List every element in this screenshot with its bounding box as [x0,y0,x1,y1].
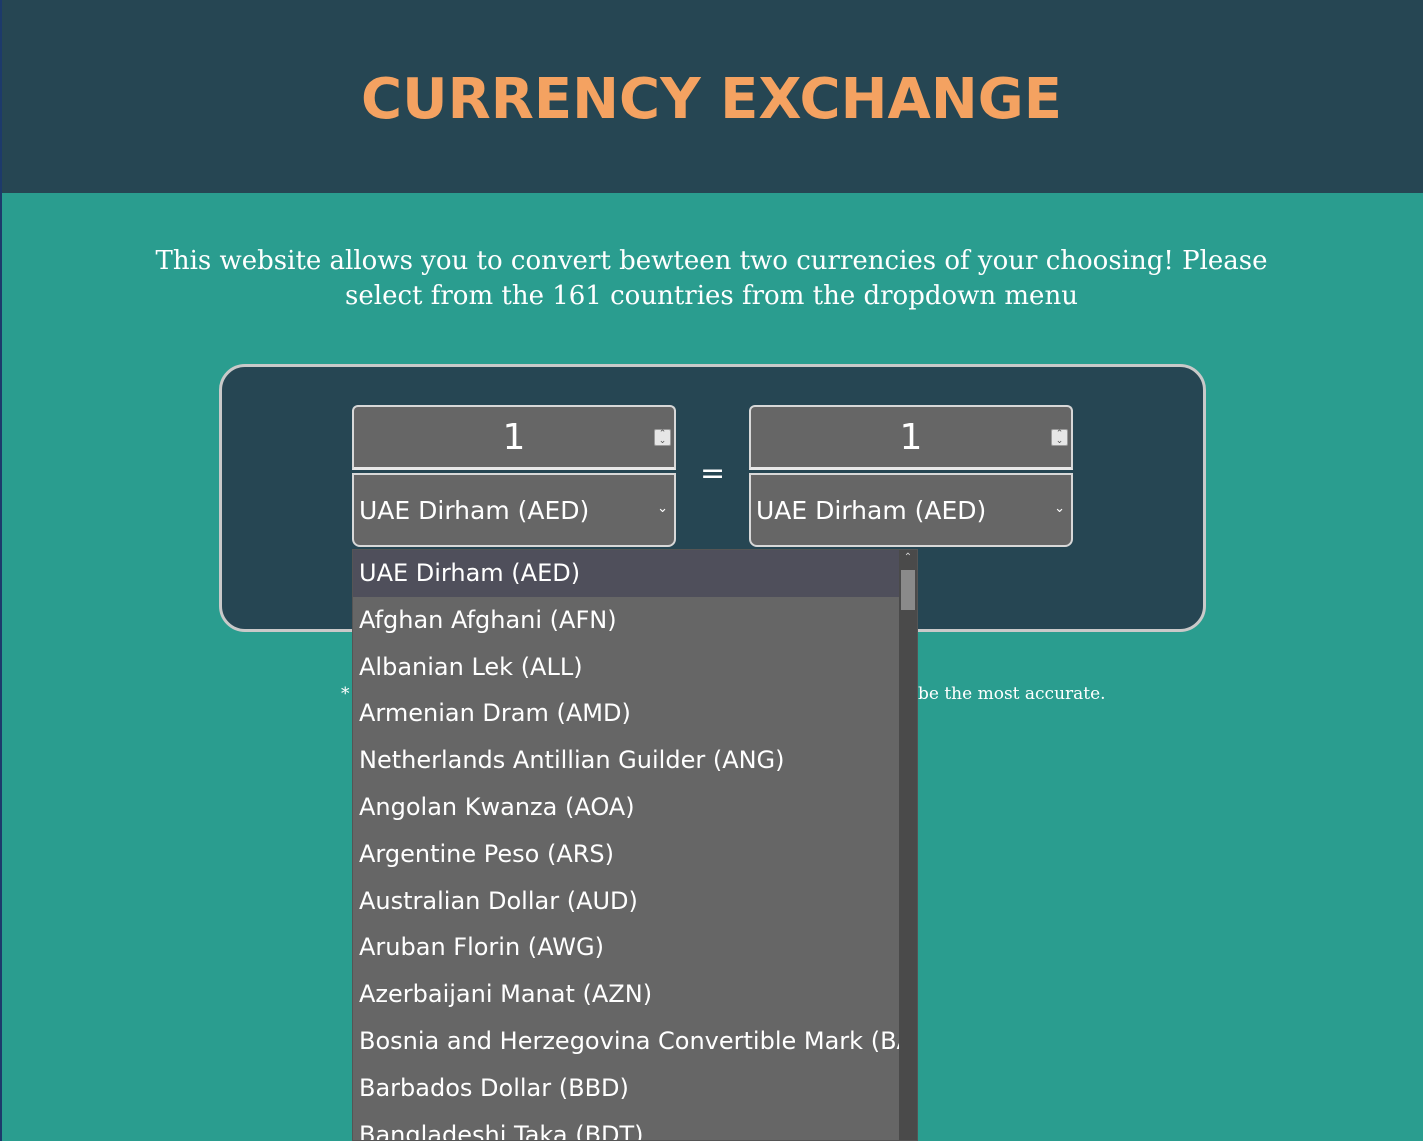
dropdown-options: UAE Dirham (AED) Afghan Afghani (AFN) Alba… [353,550,917,1140]
dropdown-option[interactable]: Netherlands Antillian Guilder (ANG) [353,737,901,784]
dropdown-scrollbar[interactable]: ⌃ [899,550,917,1140]
dropdown-option[interactable]: Barbados Dollar (BBD) [353,1065,901,1112]
from-currency-select[interactable]: UAE Dirham (AED) ⌄ [352,473,676,547]
dropdown-option[interactable]: Australian Dollar (AUD) [353,878,901,925]
scrollbar-thumb[interactable] [901,570,915,610]
page-title: CURRENCY EXCHANGE [361,67,1062,132]
to-amount-value: 1 [899,416,923,458]
from-amount-value: 1 [502,416,526,458]
dropdown-option[interactable]: Angolan Kwanza (AOA) [353,784,901,831]
dropdown-option[interactable]: Albanian Lek (ALL) [353,644,901,691]
dropdown-option[interactable]: UAE Dirham (AED) [353,550,901,597]
chevron-down-icon: ⌄ [1054,501,1065,516]
to-amount-spinner-icon[interactable]: ⌃ ⌄ [1051,429,1068,446]
page-header: CURRENCY EXCHANGE [0,0,1423,193]
note-asterisk: * [341,684,350,704]
equals-sign: = [700,456,726,491]
from-currency-value: UAE Dirham (AED) [359,495,590,525]
dropdown-option[interactable]: Afghan Afghani (AFN) [353,597,901,644]
currency-dropdown-list[interactable]: UAE Dirham (AED) Afghan Afghani (AFN) Alba… [352,549,918,1141]
to-amount-input[interactable]: 1 ⌃ ⌄ [749,405,1073,470]
scroll-up-icon[interactable]: ⌃ [899,550,917,566]
dropdown-option[interactable]: Bosnia and Herzegovina Convertible Mark … [353,1018,917,1065]
intro-text: This website allows you to convert bewte… [155,246,1268,311]
dropdown-option[interactable]: Bangladeshi Taka (BDT) [353,1112,901,1140]
dropdown-option[interactable]: Aruban Florin (AWG) [353,924,901,971]
from-amount-spinner-icon[interactable]: ⌃ ⌄ [654,429,671,446]
to-currency-value: UAE Dirham (AED) [756,495,987,525]
dropdown-option[interactable]: Azerbaijani Manat (AZN) [353,971,901,1018]
window-left-edge [0,0,2,1141]
note-text: be the most accurate. [918,684,1106,704]
to-currency-select[interactable]: UAE Dirham (AED) ⌄ [749,473,1073,547]
from-amount-input[interactable]: 1 ⌃ ⌄ [352,405,676,470]
dropdown-option[interactable]: Armenian Dram (AMD) [353,690,901,737]
dropdown-option[interactable]: Argentine Peso (ARS) [353,831,901,878]
chevron-down-icon: ⌄ [657,501,668,516]
